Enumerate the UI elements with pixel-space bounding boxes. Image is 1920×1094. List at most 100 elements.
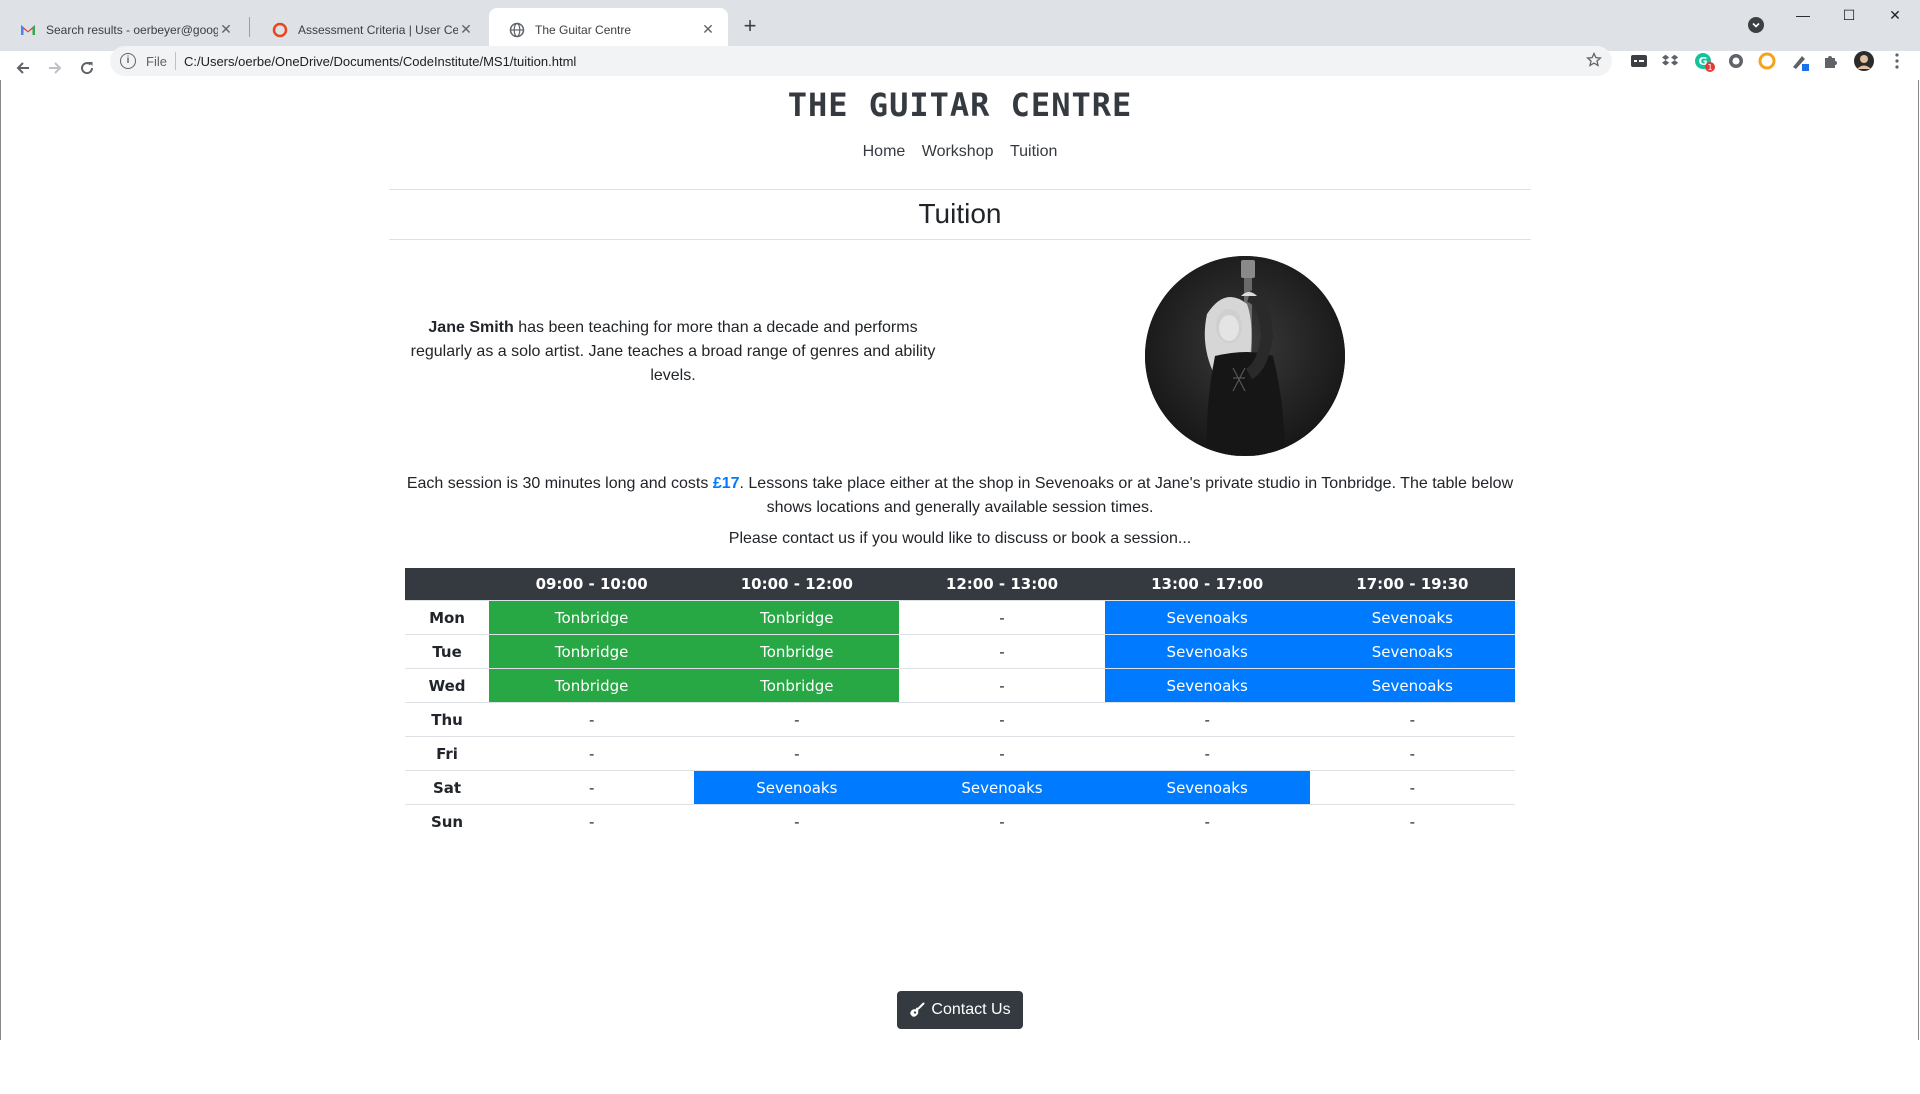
tab-gmail[interactable]: Search results - oerbeyer@googl ✕ bbox=[0, 8, 246, 51]
close-window-icon[interactable]: ✕ bbox=[1872, 0, 1918, 30]
svg-text:1: 1 bbox=[1707, 63, 1712, 72]
grammarly-icon[interactable]: G1 bbox=[1694, 52, 1715, 72]
table-cell: Tonbridge bbox=[694, 668, 900, 703]
table-cell: - bbox=[1104, 702, 1310, 737]
forward-arrow-icon[interactable] bbox=[44, 59, 66, 81]
page-title: Tuition bbox=[918, 198, 1002, 229]
table-header-corner bbox=[405, 568, 490, 601]
bookmark-star-icon[interactable] bbox=[1586, 51, 1602, 71]
session-info: Each session is 30 minutes long and cost… bbox=[400, 472, 1520, 520]
table-cell: - bbox=[489, 736, 695, 771]
contact-us-button[interactable]: Contact Us bbox=[897, 991, 1023, 1029]
column-header: 17:00 - 19:30 bbox=[1309, 568, 1515, 601]
globe-icon bbox=[509, 22, 525, 38]
teacher-intro: Jane Smith has been teaching for more th… bbox=[400, 316, 946, 388]
table-row: Mon Tonbridge Tonbridge - Sevenoaks Sevenoaks bbox=[405, 600, 1515, 635]
tab-title: The Guitar Centre bbox=[535, 22, 632, 37]
day-label: Sun bbox=[405, 804, 490, 838]
puzzle-extensions-icon[interactable] bbox=[1822, 52, 1840, 70]
tab-guitar-centre[interactable]: The Guitar Centre ✕ bbox=[489, 8, 728, 51]
table-cell: Sevenoaks bbox=[1309, 634, 1515, 669]
table-cell: - bbox=[694, 702, 900, 737]
gmail-icon bbox=[20, 22, 36, 38]
minimize-icon[interactable]: — bbox=[1780, 0, 1826, 30]
new-tab-button[interactable]: + bbox=[738, 14, 762, 38]
session-info-text-2: . Lessons take place either at the shop … bbox=[739, 475, 1514, 516]
code-institute-icon bbox=[272, 22, 288, 38]
tab-search-icon[interactable] bbox=[1748, 17, 1764, 33]
nav-workshop[interactable]: Workshop bbox=[922, 143, 994, 160]
tab-title: Search results - oerbeyer@googl bbox=[46, 22, 218, 37]
day-label: Mon bbox=[405, 600, 490, 635]
table-cell: - bbox=[694, 736, 900, 771]
column-header: 12:00 - 13:00 bbox=[899, 568, 1105, 601]
circle-extension-icon[interactable] bbox=[1727, 52, 1745, 70]
table-cell: - bbox=[899, 600, 1105, 635]
table-cell: - bbox=[489, 702, 695, 737]
table-cell: - bbox=[1309, 804, 1515, 838]
table-cell: Tonbridge bbox=[489, 600, 695, 635]
day-label: Fri bbox=[405, 736, 490, 771]
column-header: 10:00 - 12:00 bbox=[694, 568, 900, 601]
divider bbox=[389, 189, 1531, 190]
day-label: Sat bbox=[405, 770, 490, 805]
table-cell: - bbox=[899, 804, 1105, 838]
table-cell: Tonbridge bbox=[694, 634, 900, 669]
pen-extension-icon[interactable] bbox=[1790, 52, 1809, 71]
avatar[interactable] bbox=[1853, 50, 1875, 72]
browser-tabstrip: Search results - oerbeyer@googl ✕ Assess… bbox=[0, 0, 1920, 51]
tab-assessment-criteria[interactable]: Assessment Criteria | User Centric ✕ bbox=[252, 8, 486, 51]
table-cell: Sevenoaks bbox=[1309, 600, 1515, 635]
address-bar[interactable]: i File C:/Users/oerbe/OneDrive/Documents… bbox=[110, 46, 1612, 76]
table-row: Fri - - - - - bbox=[405, 736, 1515, 771]
teacher-photo bbox=[1145, 256, 1345, 456]
file-scheme-label: File bbox=[146, 53, 167, 69]
table-cell: - bbox=[899, 634, 1105, 669]
column-header: 09:00 - 10:00 bbox=[489, 568, 695, 601]
contact-us-label: Contact Us bbox=[931, 1001, 1011, 1018]
table-cell: - bbox=[1309, 770, 1515, 805]
table-row: Sun - - - - - bbox=[405, 804, 1515, 838]
honey-extension-icon[interactable] bbox=[1758, 52, 1776, 70]
maximize-icon[interactable]: ☐ bbox=[1826, 0, 1872, 30]
divider bbox=[389, 239, 1531, 240]
tuition-timetable: 09:00 - 10:00 10:00 - 12:00 12:00 - 13:0… bbox=[405, 568, 1515, 838]
dropbox-icon[interactable] bbox=[1662, 52, 1680, 70]
table-cell: - bbox=[899, 702, 1105, 737]
table-row: Sat - Sevenoaks Sevenoaks Sevenoaks - bbox=[405, 770, 1515, 805]
session-info-text: Each session is 30 minutes long and cost… bbox=[406, 475, 713, 492]
divider bbox=[174, 52, 176, 70]
table-row: Tue Tonbridge Tonbridge - Sevenoaks Sevenoaks bbox=[405, 634, 1515, 669]
back-arrow-icon[interactable] bbox=[12, 59, 34, 81]
table-cell: Sevenoaks bbox=[1104, 770, 1310, 805]
day-label: Tue bbox=[405, 634, 490, 669]
close-icon[interactable]: ✕ bbox=[700, 21, 716, 38]
table-cell: Sevenoaks bbox=[1104, 634, 1310, 669]
reload-icon[interactable] bbox=[76, 59, 98, 81]
table-row: Thu - - - - - bbox=[405, 702, 1515, 737]
table-cell: Tonbridge bbox=[694, 600, 900, 635]
table-cell: - bbox=[694, 804, 900, 838]
tab-title: Assessment Criteria | User Centric bbox=[298, 22, 458, 37]
teacher-name: Jane Smith bbox=[428, 319, 514, 336]
nav-home[interactable]: Home bbox=[863, 143, 906, 160]
table-cell: - bbox=[1104, 804, 1310, 838]
site-title[interactable]: THE GUITAR CENTRE bbox=[0, 86, 1920, 124]
table-cell: - bbox=[899, 736, 1105, 771]
table-cell: Tonbridge bbox=[489, 668, 695, 703]
url-text[interactable]: C:/Users/oerbe/OneDrive/Documents/CodeIn… bbox=[184, 54, 576, 69]
info-icon[interactable]: i bbox=[120, 53, 136, 69]
close-icon[interactable]: ✕ bbox=[218, 21, 234, 38]
contact-prompt: Please contact us if you would like to d… bbox=[728, 530, 1192, 547]
tab-separator bbox=[249, 17, 250, 37]
table-cell: Sevenoaks bbox=[899, 770, 1105, 805]
nav-tuition[interactable]: Tuition bbox=[1010, 143, 1057, 160]
close-icon[interactable]: ✕ bbox=[458, 21, 474, 38]
extension-icon[interactable] bbox=[1630, 52, 1648, 70]
table-cell: Tonbridge bbox=[489, 634, 695, 669]
day-label: Wed bbox=[405, 668, 490, 703]
table-cell: - bbox=[489, 770, 695, 805]
price-value: £17 bbox=[712, 475, 740, 492]
column-header: 13:00 - 17:00 bbox=[1104, 568, 1310, 601]
browser-menu-icon[interactable] bbox=[1888, 52, 1906, 70]
